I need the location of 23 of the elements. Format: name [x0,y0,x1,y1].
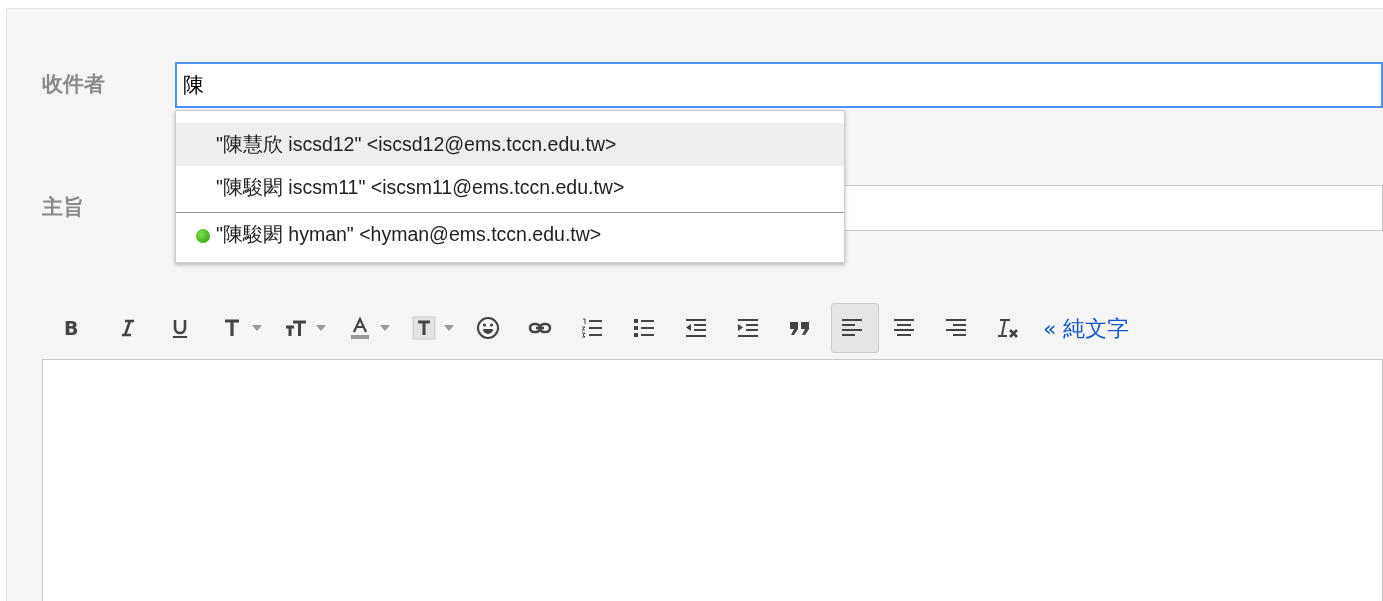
bold-label: B [64,315,79,341]
bold-button[interactable]: B [55,303,103,353]
to-field[interactable]: 陳 [175,62,1383,108]
text-color-icon [348,316,372,340]
outdent-icon [684,316,708,340]
to-label: 收件者 [42,71,106,99]
emoji-icon [476,316,500,340]
bulleted-list-icon [632,316,656,340]
highlight-icon [412,316,436,340]
plain-text-link[interactable]: « 純文字 [1043,311,1130,345]
suggestion-item[interactable]: "陳慧欣 iscsd12" <iscsd12@ems.tccn.edu.tw> [176,123,844,167]
caret-icon [316,325,326,331]
suggestion-item[interactable]: "陳駿閎 hyman" <hyman@ems.tccn.edu.tw> [176,211,844,256]
caret-icon [252,325,262,331]
clear-formatting-icon [996,316,1020,340]
suggestion-item[interactable]: "陳駿閎 iscsm11" <iscsm11@ems.tccn.edu.tw> [176,166,844,210]
numbered-list-icon [580,316,604,340]
caret-icon [380,325,390,331]
subject-label: 主旨 [42,194,85,222]
align-left-button[interactable] [831,303,879,353]
message-body-field[interactable] [42,359,1383,601]
caret-icon [444,325,454,331]
indent-icon [736,316,760,340]
